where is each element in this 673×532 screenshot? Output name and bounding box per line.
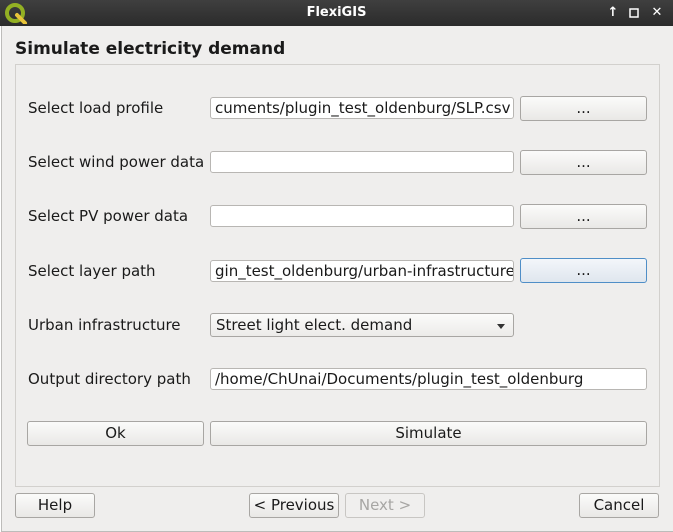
dialog-heading: Simulate electricity demand xyxy=(15,39,286,59)
close-icon[interactable]: ✕ xyxy=(647,3,667,23)
pv-power-browse-button[interactable]: ... xyxy=(520,204,647,229)
ok-button[interactable]: Ok xyxy=(27,421,204,446)
load-profile-label: Select load profile xyxy=(28,99,164,117)
output-directory-label: Output directory path xyxy=(28,370,191,388)
next-button[interactable]: Next > xyxy=(345,493,425,518)
previous-button[interactable]: < Previous xyxy=(249,493,339,518)
output-directory-input[interactable]: /home/ChUnai/Documents/plugin_test_olden… xyxy=(210,368,647,390)
wind-power-browse-button[interactable]: ... xyxy=(520,150,647,175)
urban-infrastructure-selected: Street light elect. demand xyxy=(216,316,413,334)
keep-above-icon[interactable]: ↑ xyxy=(603,3,623,23)
window-title: FlexiGIS xyxy=(306,5,367,20)
layer-path-browse-button[interactable]: ... xyxy=(520,258,647,283)
chevron-down-icon xyxy=(497,324,505,329)
help-button[interactable]: Help xyxy=(15,493,95,518)
pv-power-input[interactable] xyxy=(210,205,514,227)
urban-infrastructure-select[interactable]: Street light elect. demand xyxy=(210,313,514,337)
wind-power-input[interactable] xyxy=(210,151,514,173)
wind-power-label: Select wind power data xyxy=(28,153,205,171)
layer-path-input[interactable]: gin_test_oldenburg/urban-infrastructure xyxy=(210,260,514,282)
load-profile-browse-button[interactable]: ... xyxy=(520,96,647,121)
maximize-icon[interactable] xyxy=(624,3,644,23)
urban-infrastructure-label: Urban infrastructure xyxy=(28,316,181,334)
load-profile-input[interactable]: cuments/plugin_test_oldenburg/SLP.csv xyxy=(210,97,514,119)
layer-path-label: Select layer path xyxy=(28,262,156,280)
cancel-button[interactable]: Cancel xyxy=(579,493,659,518)
pv-power-label: Select PV power data xyxy=(28,207,189,225)
title-bar: FlexiGIS ↑ ✕ xyxy=(0,0,673,26)
simulate-button[interactable]: Simulate xyxy=(210,421,647,446)
